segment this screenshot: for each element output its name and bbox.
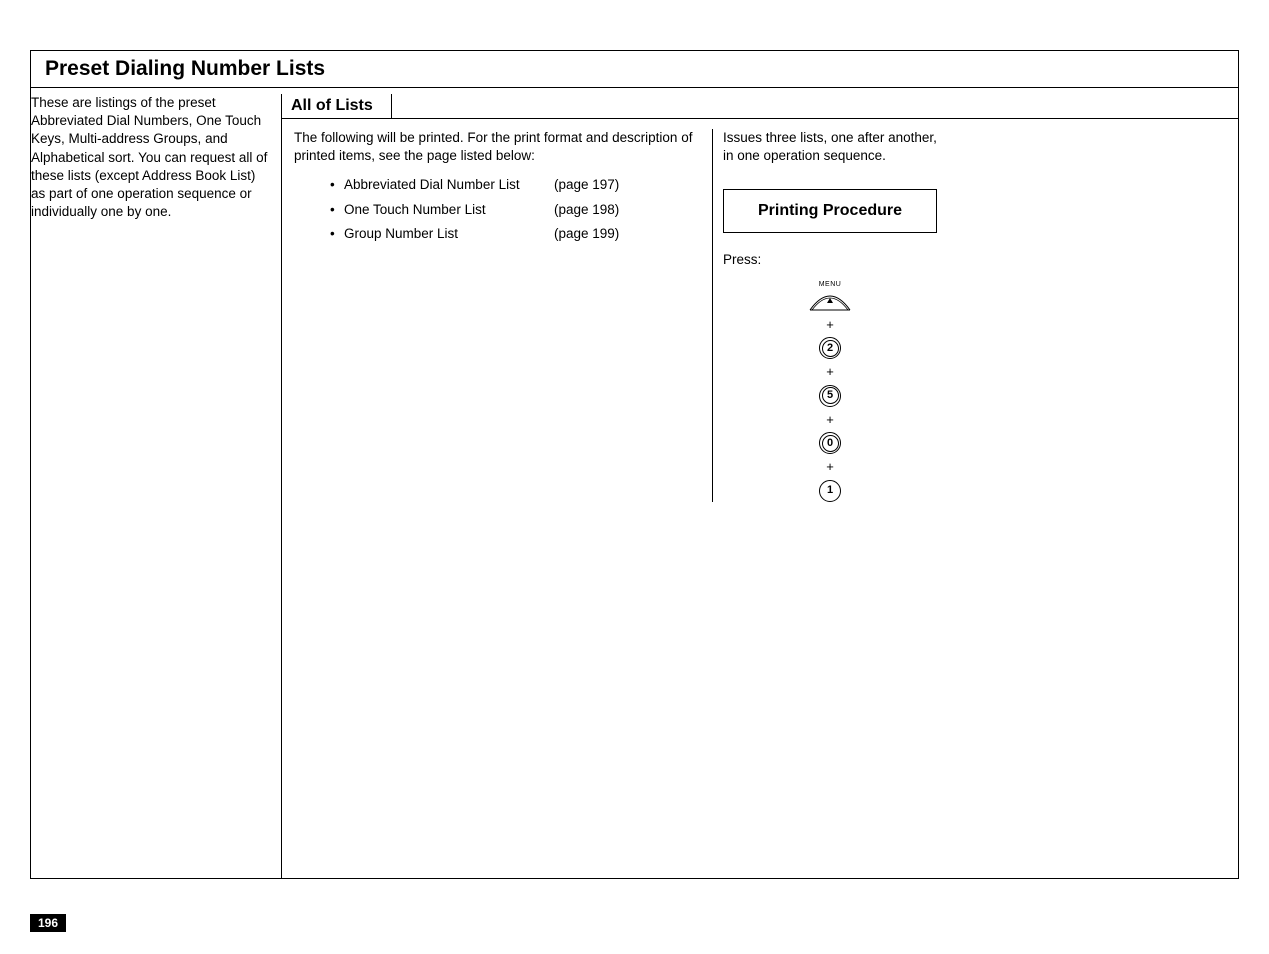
left-column: These are listings of the preset Abbrevi… bbox=[31, 94, 281, 878]
keycap-icon: 0 bbox=[819, 432, 841, 454]
mid-outer: All of Lists The following will be print… bbox=[281, 94, 1238, 878]
item-name: One Touch Number List bbox=[344, 201, 554, 219]
keycap-label: 2 bbox=[827, 341, 833, 356]
list-item: • Group Number List (page 199) bbox=[330, 222, 700, 246]
procedure-box: Printing Procedure bbox=[723, 189, 937, 233]
main-header: Preset Dialing Number Lists bbox=[31, 51, 1238, 88]
mid-intro: The following will be printed. For the p… bbox=[294, 129, 700, 165]
item-name: Abbreviated Dial Number List bbox=[344, 176, 554, 194]
keycap-label: 5 bbox=[827, 388, 833, 403]
bullet-icon: • bbox=[330, 225, 344, 243]
item-page: (page 198) bbox=[554, 201, 619, 219]
bullet-icon: • bbox=[330, 201, 344, 219]
right-intro: Issues three lists, one after another, i… bbox=[723, 129, 937, 165]
page-number: 196 bbox=[30, 914, 66, 932]
keycap-label: 0 bbox=[827, 436, 833, 451]
sub-header: All of Lists bbox=[281, 94, 392, 119]
intro-text: These are listings of the preset Abbrevi… bbox=[31, 94, 269, 222]
press-label: Press: bbox=[723, 251, 937, 269]
procedure-title: Printing Procedure bbox=[730, 200, 930, 222]
keycap-icon: 1 bbox=[819, 480, 841, 502]
plus-icon: + bbox=[723, 454, 937, 480]
sub-header-block: All of Lists bbox=[282, 94, 1238, 119]
keycap-icon: 5 bbox=[819, 385, 841, 407]
menu-shape-icon bbox=[808, 292, 852, 312]
content-area: These are listings of the preset Abbrevi… bbox=[31, 88, 1238, 878]
keycap-label: 1 bbox=[827, 483, 833, 498]
menu-button-icon: MENU bbox=[808, 280, 852, 311]
page-frame: Preset Dialing Number Lists These are li… bbox=[30, 50, 1239, 879]
page-title: Preset Dialing Number Lists bbox=[45, 57, 1224, 81]
menu-label: MENU bbox=[808, 280, 852, 289]
plus-icon: + bbox=[723, 407, 937, 433]
keycap-icon: 2 bbox=[819, 337, 841, 359]
plus-icon: + bbox=[723, 359, 937, 385]
sub-title: All of Lists bbox=[291, 97, 373, 115]
plus-icon: + bbox=[723, 312, 937, 338]
list-item: • Abbreviated Dial Number List (page 197… bbox=[330, 173, 700, 197]
item-page: (page 199) bbox=[554, 225, 619, 243]
bullet-icon: • bbox=[330, 176, 344, 194]
mid-inner: The following will be printed. For the p… bbox=[282, 119, 1238, 502]
list-items: • Abbreviated Dial Number List (page 197… bbox=[294, 165, 700, 246]
procedure-steps: MENU + 2 + bbox=[723, 273, 937, 502]
item-name: Group Number List bbox=[344, 225, 554, 243]
list-item: • One Touch Number List (page 198) bbox=[330, 198, 700, 222]
right-column: Issues three lists, one after another, i… bbox=[712, 129, 947, 502]
item-page: (page 197) bbox=[554, 176, 619, 194]
mid-column: The following will be printed. For the p… bbox=[282, 129, 712, 502]
